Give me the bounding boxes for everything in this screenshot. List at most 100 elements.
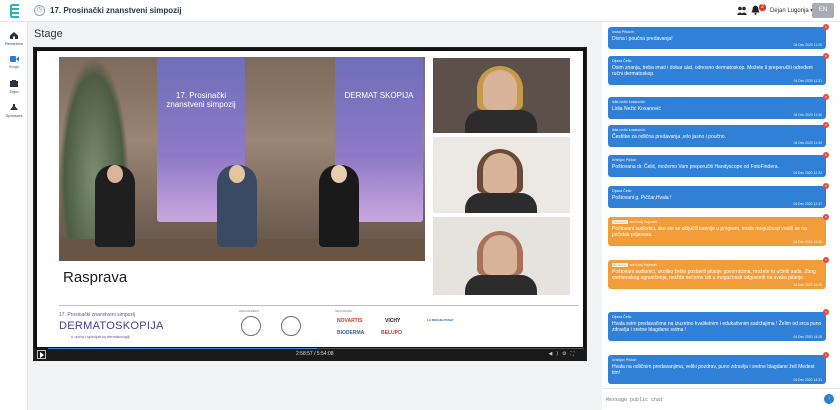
chat-time: 04 Dec 2020 11:20 — [793, 43, 822, 48]
sidebar-item-expo[interactable]: Expo — [0, 80, 28, 94]
chat-text: Osim znanja, treba imati i dobar alat, o… — [612, 65, 813, 78]
delete-message-icon[interactable]: × — [823, 152, 829, 158]
chat-message: Dijana Čelić: Hvala svim predavačima na i… — [608, 309, 829, 341]
chat-author-name: Dijana Čelić: — [612, 189, 633, 193]
sidebar-item-label: Stage — [8, 64, 20, 69]
participant-face — [483, 235, 517, 275]
chat-author: Ivana Prkacin: — [612, 30, 822, 34]
banner-brand: DERMAT SKOPIJA — [344, 91, 414, 100]
slide-footer: 17. Prosinački znanstveni simpozij DERMA… — [59, 305, 579, 345]
delete-message-icon[interactable]: × — [823, 53, 829, 59]
chat-author-name: Kristijan Piččar: — [612, 358, 637, 362]
play-button[interactable] — [37, 350, 46, 359]
chat-text: Poštovani sudionici, ukoliko želite post… — [612, 269, 816, 282]
player-controls: 2:58:57 / 5:54:08 ◀)⚙⛶ — [34, 348, 586, 361]
chat-author-name: Iva Krolj Vujnović — [629, 220, 658, 224]
chat-text: Divna i poučna predavanja! — [612, 36, 673, 42]
progress-bar[interactable] — [48, 348, 584, 349]
chat-text: Hvala svim predavačima na izuzetno kvali… — [612, 321, 822, 334]
slide-heading: Rasprava — [63, 269, 128, 286]
video-player[interactable]: 17. Prosinački znanstveni simpozij DERMA… — [33, 47, 587, 361]
chat-text: Poštovani g. Piččar,Hvala ! — [612, 195, 672, 201]
delete-message-icon[interactable]: × — [823, 214, 829, 220]
participant-body — [465, 275, 537, 295]
delete-message-icon[interactable]: × — [823, 309, 829, 315]
delete-message-icon[interactable]: × — [823, 257, 829, 263]
sponsor-logo-belupo: BELUPO — [381, 330, 402, 336]
chat-input-bar: ↑ — [602, 388, 840, 410]
event-subtitle: u općoj i specijalnoj dermatologiji — [71, 334, 130, 339]
event-brand: DERMATOSKOPIJA — [59, 320, 164, 332]
playback-time: 2:58:57 / 5:54:08 — [296, 351, 334, 357]
volume-icon[interactable]: ◀) — [548, 351, 562, 357]
chat-time: 04 Dec 2020 12:22 — [793, 171, 822, 176]
chat-author: Dijana Čelić: — [612, 59, 822, 63]
send-button[interactable]: ↑ — [824, 394, 834, 404]
chat-author-name: Dijana Čelić: — [612, 315, 633, 319]
chat-time: 04 Dec 2020 13:28 — [793, 239, 822, 244]
chat-message: Moderator Iva Krolj Vujnović Poštovani sud… — [608, 257, 829, 289]
chat-author: Dijana Čelić: — [612, 189, 822, 193]
chat-author: Kristijan Piččar: — [612, 158, 822, 162]
chat-time: 04 Dec 2020 11:40 — [793, 141, 822, 146]
chat-author: Kristijan Piččar: — [612, 358, 822, 362]
organizer-seal-logo — [241, 316, 261, 336]
delete-message-icon[interactable]: × — [823, 183, 829, 189]
top-bar: ◷ 17. Prosinački znanstveni simpozij 2 D… — [0, 0, 840, 22]
user-name: Dejan Lugonja — [770, 8, 809, 14]
chat-time: 04 Dec 2020 14:28 — [793, 334, 822, 339]
fullscreen-icon[interactable]: ⛶ — [570, 351, 578, 357]
send-icon: ↑ — [827, 396, 831, 402]
sidebar-item-reception[interactable]: Reception — [0, 32, 28, 46]
home-icon — [10, 32, 18, 39]
chat-author: Dijana Čelić: — [612, 315, 822, 319]
people-icon[interactable] — [737, 6, 747, 15]
chat-author-name: lidia nežić kosanović: — [612, 128, 646, 132]
sidebar-item-label: Expo — [9, 89, 19, 94]
page-title: 17. Prosinački znanstveni simpozij — [50, 6, 182, 15]
sidebar: Reception Stage Expo Sponsors — [0, 22, 28, 410]
delete-message-icon[interactable]: × — [823, 122, 829, 128]
sidebar-item-stage[interactable]: Stage — [0, 56, 28, 69]
participant-video-2[interactable] — [433, 137, 570, 213]
participant-video-3[interactable] — [433, 217, 570, 295]
chat-text: Poštovana dr. Čelić, možemo Vam preporuč… — [612, 164, 779, 170]
chat-text: Poštovani sudionici, ako ste se uključil… — [612, 226, 807, 239]
speaker-head — [229, 165, 245, 183]
expo-icon — [10, 80, 18, 87]
progress-fill — [48, 348, 318, 349]
chat-time: 04 Dec 2020 13:48 — [793, 282, 822, 287]
chat-message: Dijana Čelić: Osim znanja, treba imati i … — [608, 53, 829, 85]
event-name: 17. Prosinački znanstveni simpozij — [59, 312, 136, 318]
chat-text: Lidia Nežić Kosanović — [612, 106, 661, 112]
app-logo[interactable] — [8, 3, 22, 19]
language-button[interactable]: EN — [812, 3, 834, 18]
chat-message: Ivana Prkacin: Divna i poučna predavanja!… — [608, 24, 829, 50]
chat-time: 04 Dec 2020 14:31 — [793, 377, 822, 382]
chat-author-name: lidia nežić kosanović: — [612, 100, 646, 104]
video-screen: 17. Prosinački znanstveni simpozij DERMA… — [37, 51, 583, 347]
chat-author: lidia nežić kosanović: — [612, 100, 822, 104]
speaker-head — [107, 165, 123, 183]
moderator-badge: Moderator — [612, 220, 628, 224]
sponsor-logo-laroche: LA ROCHE-POSAY — [427, 318, 454, 322]
delete-message-icon[interactable]: × — [823, 24, 829, 30]
chat-author-name: Kristijan Piččar: — [612, 158, 637, 162]
chat-text: Čestitke za odlična predavanja ,vrlo jas… — [612, 134, 726, 140]
player-right-controls: ◀)⚙⛶ — [548, 351, 578, 357]
sponsor-logo-bioderma: BIODERMA — [337, 330, 365, 336]
chat-author: Moderator Iva Krolj Vujnović — [612, 263, 822, 267]
video-icon — [9, 56, 19, 62]
delete-message-icon[interactable]: × — [823, 352, 829, 358]
sidebar-item-sponsors[interactable]: Sponsors — [0, 104, 28, 118]
chat-panel: Ivana Prkacin: Divna i poučna predavanja!… — [602, 22, 840, 410]
stage-title: Stage — [34, 28, 63, 40]
main-video-feed: 17. Prosinački znanstveni simpozij DERMA… — [59, 57, 425, 267]
chat-message-input[interactable] — [606, 395, 818, 405]
participant-face — [483, 70, 517, 110]
participant-video-1[interactable] — [433, 58, 570, 133]
chat-author-name: Dijana Čelić: — [612, 59, 633, 63]
sponsors-label: SPONSORS — [335, 309, 353, 313]
user-menu[interactable]: Dejan Lugonja ▾ — [770, 7, 813, 14]
delete-message-icon[interactable]: × — [823, 94, 829, 100]
